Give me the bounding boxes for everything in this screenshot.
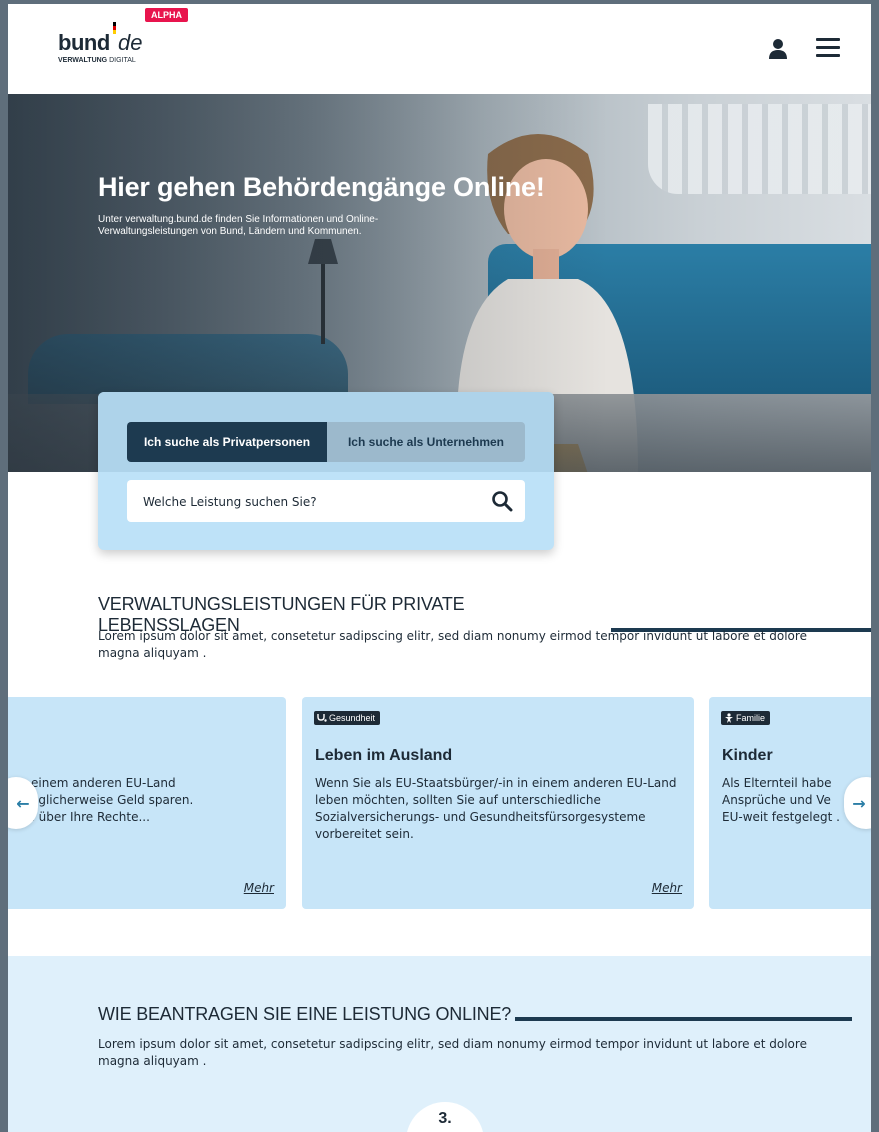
logo-de-text: de [118, 30, 143, 55]
menu-icon[interactable] [816, 38, 840, 58]
card-more-link[interactable]: Mehr [244, 881, 274, 895]
stethoscope-icon [317, 714, 327, 722]
page: ALPHA bund de VERWALTUNG DIGITAL Hier ge… [8, 4, 871, 1132]
category-badge: Familie [721, 711, 771, 725]
heading-underline [515, 1017, 853, 1021]
site-header: ALPHA bund de VERWALTUNG DIGITAL [8, 4, 871, 94]
user-icon[interactable] [768, 38, 788, 60]
card-partial-left[interactable]: einem anderen EU-Land öglicherweise Geld… [8, 697, 286, 909]
section-text-private: Lorem ipsum dolor sit amet, consetetur s… [98, 629, 807, 660]
card-title: Leben im Ausland [315, 747, 453, 764]
logo-bund-text: bund [58, 30, 110, 55]
card-text: einem anderen EU-Land öglicherweise Geld… [31, 776, 194, 824]
search-icon[interactable] [491, 490, 513, 512]
search-field[interactable] [127, 480, 525, 524]
family-icon [725, 713, 733, 723]
tab-private-persons[interactable]: Ich suche als Privatpersonen [127, 422, 327, 462]
search-panel: Ich suche als Privatpersonen Ich suche a… [98, 392, 554, 550]
search-input[interactable] [141, 480, 475, 524]
card-leben-im-ausland[interactable]: Gesundheit Leben im Ausland Wenn Sie als… [302, 697, 694, 909]
card-more-link[interactable]: Mehr [652, 881, 682, 895]
bund-de-logo[interactable]: ALPHA bund de VERWALTUNG DIGITAL [58, 8, 198, 72]
arrow-left-icon: ← [16, 793, 30, 813]
flag-mark-icon [113, 22, 116, 36]
step-number: 3. [434, 1110, 455, 1132]
category-badge: Gesundheit [314, 711, 381, 725]
arrow-right-icon: → [852, 793, 866, 813]
card-title: Kinder [722, 747, 773, 764]
tab-business[interactable]: Ich suche als Unternehmen [327, 422, 525, 462]
hero-ornament [648, 104, 871, 194]
section-text-apply: Lorem ipsum dolor sit amet, consetetur s… [98, 1037, 807, 1068]
alpha-badge: ALPHA [145, 8, 188, 22]
section-heading-apply: WIE BEANTRAGEN SIE EINE LEISTUNG ONLINE? [98, 1004, 853, 1025]
hero-title: Hier gehen Behördengänge Online! [98, 172, 545, 202]
logo-subtitle: VERWALTUNG DIGITAL [58, 57, 136, 64]
card-text: Wenn Sie als EU-Staatsbürger/-in in eine… [315, 776, 677, 841]
hero-description: Unter verwaltung.bund.de finden Sie Info… [98, 214, 379, 237]
